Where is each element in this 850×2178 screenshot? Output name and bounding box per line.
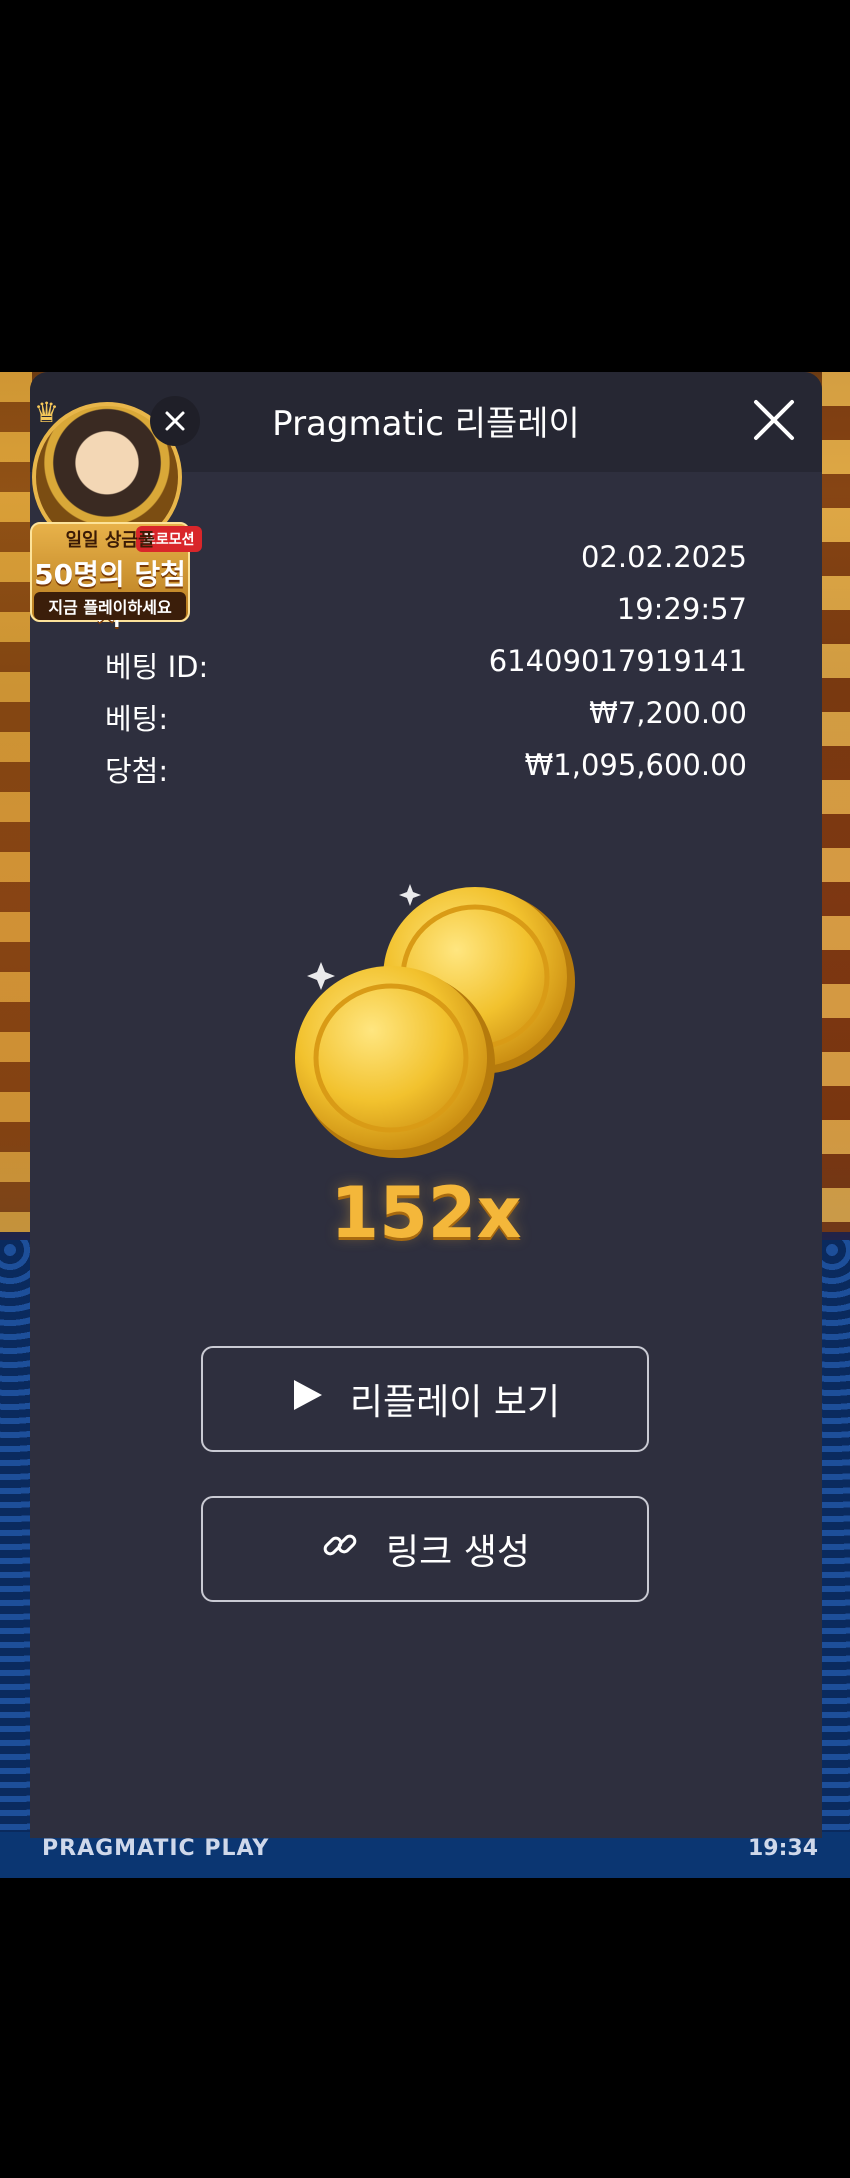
close-button[interactable] [746, 392, 802, 448]
footer-brand: PRAGMATIC PLAY [42, 1836, 270, 1861]
game-wave-pattern-left [0, 1240, 32, 1840]
promo-line-1: 일일 상금풀 [65, 530, 155, 551]
promo-close-button[interactable] [150, 396, 200, 446]
game-wave-pattern-right [822, 1240, 850, 1840]
bet-id-value: 61409017919141 [488, 644, 747, 678]
info-time: 19:29:57 [616, 592, 747, 626]
game-right-ornament [822, 372, 850, 1232]
view-replay-label: 리플레이 보기 [349, 1382, 561, 1423]
play-icon [290, 1378, 324, 1421]
view-replay-button[interactable]: 리플레이 보기 [201, 1346, 649, 1452]
bet-id-label: 베팅 ID: [105, 650, 209, 684]
info-row-time: 19:29:57 [105, 592, 747, 634]
create-link-label: 링크 생성 [386, 1532, 530, 1573]
info-row-win: 당첨: ₩1,095,600.00 [105, 748, 747, 790]
create-link-button[interactable]: 링크 생성 [201, 1496, 649, 1602]
coin-icon [295, 884, 575, 1158]
info-date: 02.02.2025 [580, 540, 747, 574]
bet-label: 베팅: [105, 702, 169, 736]
info-row-bet: 베팅: ₩7,200.00 [105, 696, 747, 738]
footer-time: 19:34 [747, 1836, 818, 1861]
win-value: ₩1,095,600.00 [524, 748, 747, 782]
close-icon [165, 411, 185, 431]
close-icon [754, 400, 794, 440]
promo-line-3: 지금 플레이하세요 [34, 592, 186, 620]
game-left-ornament [0, 372, 32, 1232]
win-multiplier: 152x [330, 1172, 522, 1254]
link-icon [320, 1525, 360, 1574]
crown-icon: ♛ [34, 396, 60, 429]
bet-value: ₩7,200.00 [589, 696, 747, 730]
win-label: 당첨: [105, 754, 169, 788]
info-row-bet-id: 베팅 ID: 61409017919141 [105, 644, 747, 686]
